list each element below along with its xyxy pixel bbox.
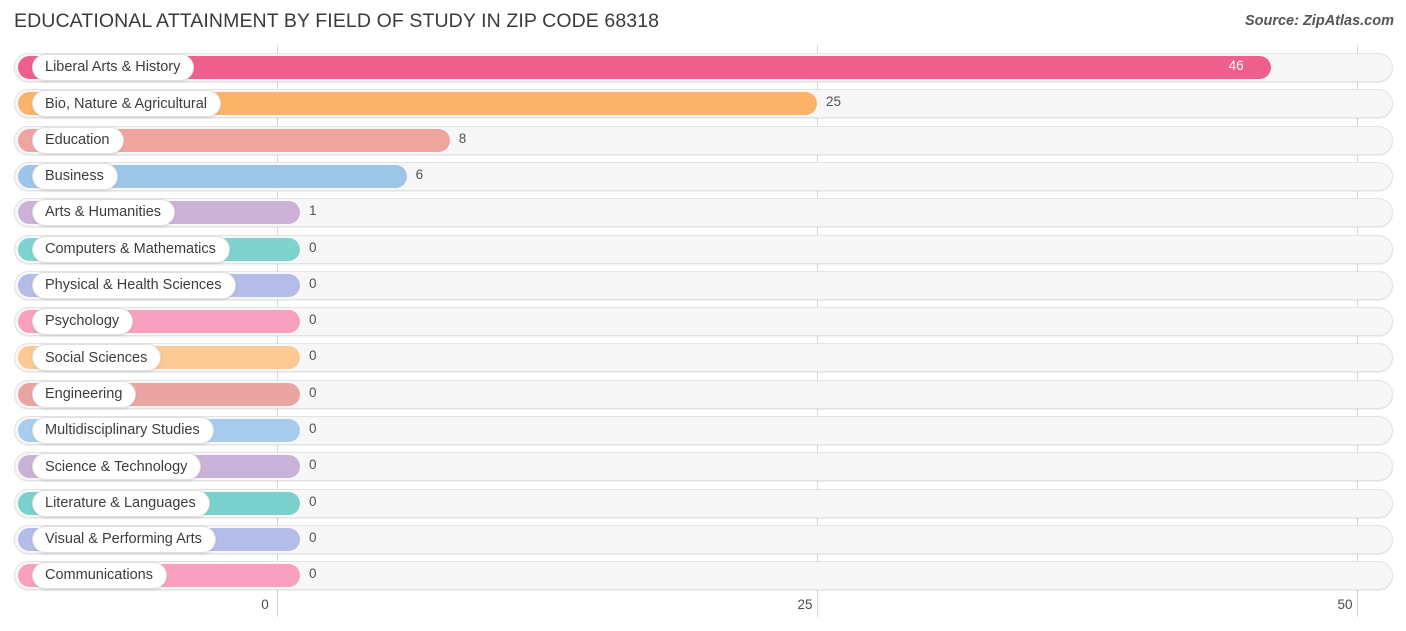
category-label-text: Communications [45, 567, 153, 584]
category-label-pill[interactable]: Communications [32, 562, 167, 590]
category-label-pill[interactable]: Physical & Health Sciences [32, 271, 236, 299]
chart-row: 0 Psychology [14, 307, 1393, 337]
category-label-pill[interactable]: Education [32, 126, 124, 154]
chart-row: 0 Multidisciplinary Studies [14, 416, 1393, 445]
bar-value-label: 0 [309, 275, 317, 291]
bar-value-label: 0 [309, 312, 317, 328]
category-label-text: Science & Technology [45, 458, 188, 475]
bar-value-label: 6 [415, 166, 424, 182]
category-label-pill[interactable]: Business [32, 162, 118, 190]
chart-row: 6 Business [14, 161, 1393, 191]
axis-tick-label-0: 0 [261, 597, 269, 612]
category-label-pill[interactable]: Visual & Performing Arts [32, 525, 216, 553]
category-label-pill[interactable]: Arts & Humanities [32, 199, 176, 227]
category-label-pill[interactable]: Literature & Languages [32, 489, 210, 517]
bar-value-label: 0 [309, 239, 317, 255]
chart-row: 0 Science & Technology [14, 452, 1393, 482]
category-label-pill[interactable]: Social Sciences [32, 344, 162, 372]
axis-tick-label-25: 25 [797, 597, 813, 612]
bar-value-label: 46 [1228, 58, 1244, 73]
bar-value-label: 0 [309, 529, 317, 545]
chart-header: EDUCATIONAL ATTAINMENT BY FIELD OF STUDY… [0, 0, 1406, 45]
category-label-text: Education [45, 131, 110, 148]
chart-row: 0 Physical & Health Sciences [14, 270, 1393, 300]
category-label-text: Arts & Humanities [45, 204, 162, 221]
category-label-pill[interactable]: Engineering [32, 380, 137, 408]
bar-value-label: 0 [309, 348, 317, 364]
category-label-text: Physical & Health Sciences [45, 277, 222, 294]
category-label-pill[interactable]: Computers & Mathematics [32, 235, 230, 263]
category-label-text: Bio, Nature & Agricultural [45, 95, 207, 112]
bar-value-label: 0 [309, 421, 317, 436]
category-label-pill[interactable]: Multidisciplinary Studies [32, 417, 214, 444]
chart-row: 1 Arts & Humanities [14, 198, 1393, 228]
bar-value-label: 0 [309, 384, 317, 400]
chart-row: 0 Visual & Performing Arts [14, 524, 1393, 554]
category-label-pill[interactable]: Psychology [32, 308, 134, 336]
chart-row: 0 Computers & Mathematics [14, 234, 1393, 264]
category-label-text: Visual & Performing Arts [45, 531, 202, 548]
category-label-pill[interactable]: Bio, Nature & Agricultural [32, 90, 221, 118]
bar-value-label: 0 [309, 457, 317, 473]
chart-row: 46 Liberal Arts & History [14, 53, 1393, 82]
axis-tick-mark-0 [277, 595, 278, 617]
category-label-text: Computers & Mathematics [45, 240, 216, 257]
bar-value-label: 8 [458, 130, 467, 146]
chart-row: 0 Literature & Languages [14, 488, 1393, 518]
category-label-text: Literature & Languages [45, 494, 196, 511]
bar-value-label: 25 [826, 94, 842, 110]
category-label-text: Liberal Arts & History [45, 59, 181, 76]
source-attribution: Source: ZipAtlas.com [1244, 13, 1394, 29]
bar-liberal-arts-history[interactable] [18, 56, 1271, 79]
bar-value-label: 0 [309, 566, 317, 582]
chart-row: 0 Social Sciences [14, 343, 1393, 373]
chart-row: 0 Communications [14, 561, 1393, 591]
category-label-text: Business [45, 168, 104, 185]
axis-tick-mark-25 [817, 595, 818, 617]
category-label-pill[interactable]: Science & Technology [32, 453, 202, 481]
chart-row: 8 Education [14, 125, 1393, 155]
category-label-text: Psychology [45, 313, 120, 330]
chart-row: 0 Engineering [14, 379, 1393, 409]
chart-row: 25 Bio, Nature & Agricultural [14, 89, 1393, 119]
bar-value-label: 1 [309, 203, 317, 219]
x-axis: 0 25 50 [0, 595, 1406, 631]
category-label-pill[interactable]: Liberal Arts & History [32, 54, 195, 81]
axis-tick-label-50: 50 [1337, 597, 1353, 612]
bar-value-label: 0 [309, 493, 317, 509]
category-label-text: Social Sciences [45, 349, 148, 366]
page-title: EDUCATIONAL ATTAINMENT BY FIELD OF STUDY… [14, 10, 660, 32]
axis-tick-mark-50 [1357, 595, 1358, 617]
category-label-text: Engineering [45, 385, 123, 402]
chart-plot-area: 46 Liberal Arts & History 25 Bio, Nature & … [0, 45, 1406, 595]
category-label-text: Multidisciplinary Studies [45, 422, 200, 439]
